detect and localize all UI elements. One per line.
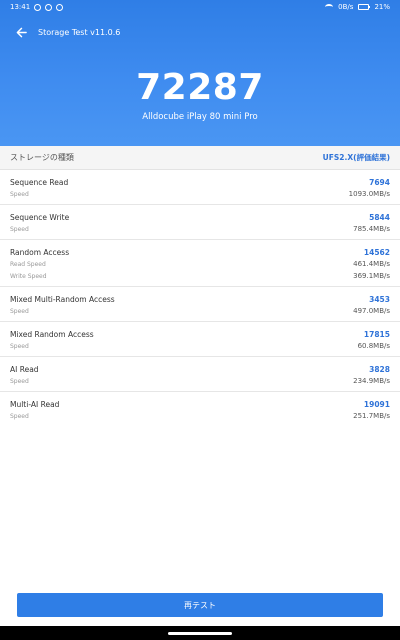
storage-type-value: UFS2.X(評価結果): [322, 153, 390, 162]
home-gesture-bar[interactable]: [168, 631, 232, 635]
test-name: Random Access: [10, 247, 70, 257]
metric-label: Speed: [10, 307, 29, 315]
metric-label: Speed: [10, 412, 29, 420]
result-mixed-multi-random-access: Mixed Multi-Random Access 3453 Speed 497…: [0, 287, 400, 322]
metric-value: 60.8MB/s: [357, 342, 390, 350]
result-sequence-write: Sequence Write 5844 Speed 785.4MB/s: [0, 205, 400, 240]
metric-value: 251.7MB/s: [353, 412, 390, 420]
result-ai-read: AI Read 3828 Speed 234.9MB/s: [0, 357, 400, 392]
metric-label: Write Speed: [10, 272, 47, 280]
test-score: 3828: [369, 364, 390, 374]
status-time: 13:41: [10, 3, 31, 11]
test-score: 3453: [369, 294, 390, 304]
test-name: Sequence Write: [10, 212, 70, 222]
metric-label: Speed: [10, 377, 29, 385]
result-sequence-read: Sequence Read 7694 Speed 1093.0MB/s: [0, 170, 400, 205]
network-speed: 0B/s: [338, 3, 354, 11]
test-name: Sequence Read: [10, 177, 69, 187]
metric-label: Speed: [10, 190, 29, 198]
back-button[interactable]: [11, 22, 31, 42]
total-score: 72287: [136, 67, 264, 108]
metric-value: 497.0MB/s: [353, 307, 390, 315]
do-not-disturb-icon: [45, 3, 53, 11]
sync-status-icon: [56, 3, 64, 11]
test-score: 14562: [363, 247, 390, 257]
device-name: Alldocube iPlay 80 mini Pro: [142, 112, 258, 122]
test-score: 5844: [369, 212, 390, 222]
test-score: 19091: [363, 399, 390, 409]
test-score: 17815: [363, 329, 390, 339]
settings-status-icon: [34, 3, 42, 11]
metric-label: Read Speed: [10, 260, 46, 268]
metric-value: 369.1MB/s: [353, 272, 390, 280]
test-name: Mixed Multi-Random Access: [10, 294, 115, 304]
metric-value: 461.4MB/s: [353, 260, 390, 268]
metric-value: 234.9MB/s: [353, 377, 390, 385]
page-title: Storage Test v11.0.6: [38, 27, 121, 37]
battery-icon: [358, 4, 371, 10]
wifi-icon: [325, 4, 334, 10]
result-mixed-random-access: Mixed Random Access 17815 Speed 60.8MB/s: [0, 322, 400, 357]
result-multi-ai-read: Multi-AI Read 19091 Speed 251.7MB/s: [0, 392, 400, 426]
test-name: Mixed Random Access: [10, 329, 94, 339]
results-list: ストレージの種類 UFS2.X(評価結果) Sequence Read 7694…: [0, 146, 400, 426]
system-nav-bar: [0, 626, 400, 640]
status-bar: 13:41 0B/s 21%: [0, 0, 400, 14]
test-score: 7694: [369, 177, 390, 187]
test-name: Multi-AI Read: [10, 399, 60, 409]
storage-type-label: ストレージの種類: [10, 153, 74, 162]
arrow-left-icon: [16, 27, 27, 37]
metric-value: 1093.0MB/s: [348, 190, 390, 198]
storage-type-row: ストレージの種類 UFS2.X(評価結果): [0, 146, 400, 170]
battery-percent: 21%: [374, 3, 390, 11]
metric-label: Speed: [10, 225, 29, 233]
metric-label: Speed: [10, 342, 29, 350]
result-random-access: Random Access 14562 Read Speed 461.4MB/s…: [0, 240, 400, 287]
test-name: AI Read: [10, 364, 39, 374]
metric-value: 785.4MB/s: [353, 225, 390, 233]
app-bar: Storage Test v11.0.6: [0, 22, 400, 42]
retest-button[interactable]: 再テスト: [17, 593, 383, 617]
result-header: 13:41 0B/s 21% Storage Test v11.0.6 7228…: [0, 0, 400, 146]
